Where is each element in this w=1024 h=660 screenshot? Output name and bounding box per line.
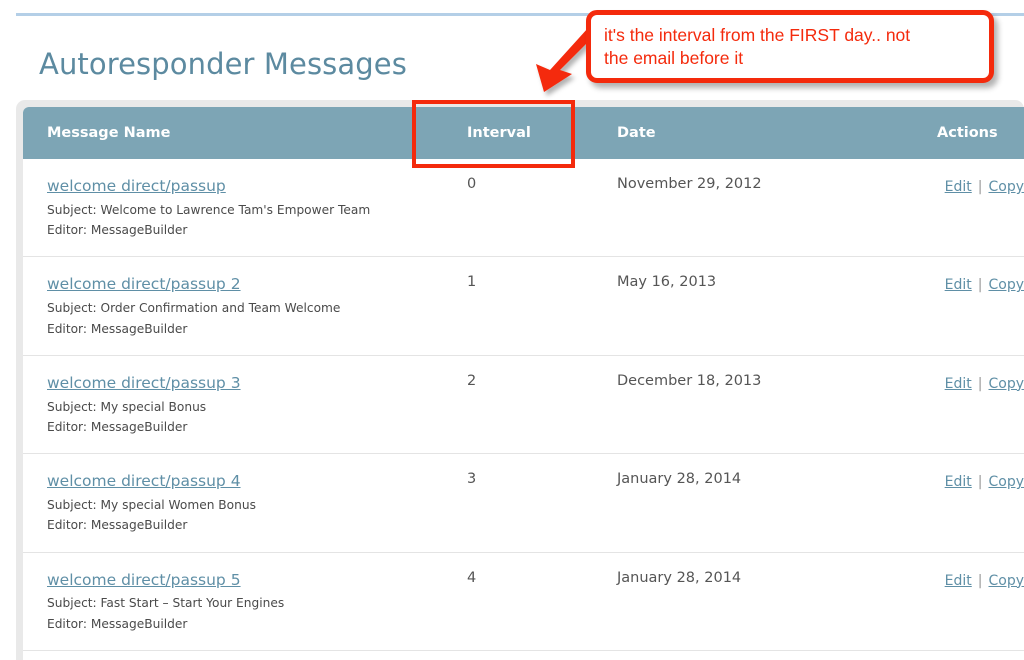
cell-actions: Edit | Copy xyxy=(913,453,1024,553)
edit-link[interactable]: Edit xyxy=(945,474,972,490)
actions-group: Edit | Copy xyxy=(945,376,1024,392)
column-header-interval[interactable]: Interval xyxy=(443,107,593,159)
copy-link[interactable]: Copy xyxy=(988,179,1024,195)
message-subject-text: Subject: My special Bonus xyxy=(47,399,207,414)
actions-group: Edit | Copy xyxy=(945,474,1024,490)
message-editor-text: Editor: MessageBuilder xyxy=(47,321,188,336)
copy-link[interactable]: Copy xyxy=(988,376,1024,392)
cell-interval: 2 xyxy=(443,355,593,455)
cell-actions: Edit|Copy xyxy=(913,650,1024,660)
cell-date: April 8, 2014 xyxy=(593,650,913,660)
actions-group: Edit | Copy xyxy=(945,179,1024,195)
message-subject-text: Subject: Fast Start – Start Your Engines xyxy=(47,596,285,611)
cell-date: January 28, 2014 xyxy=(593,453,913,553)
cell-message-name: welcome direct/passup 2 Subject: Order Co… xyxy=(23,256,443,356)
copy-link[interactable]: Copy xyxy=(988,573,1024,589)
actions-separator: | xyxy=(977,277,983,294)
message-subject-text: Subject: Welcome to Lawrence Tam's Empow… xyxy=(47,202,371,217)
edit-link[interactable]: Edit xyxy=(945,573,972,589)
message-editor-text: Editor: MessageBuilder xyxy=(47,223,188,238)
cell-actions: Edit | Copy xyxy=(913,256,1024,356)
cell-message-name: welcome direct/passup 5 Subject: Fast Sta… xyxy=(23,552,443,652)
autoresponder-messages-panel: Message Name Interval Date Actions welco… xyxy=(16,100,1024,660)
copy-link[interactable]: Copy xyxy=(988,474,1024,490)
cell-date: January 28, 2014 xyxy=(593,552,913,652)
edit-link[interactable]: Edit xyxy=(945,376,972,392)
actions-separator: | xyxy=(977,474,983,491)
cell-interval: 4 xyxy=(443,552,593,652)
column-header-actions: Actions xyxy=(913,107,1024,159)
annotation-text-line-1: it's the interval from the FIRST day.. n… xyxy=(604,25,911,45)
message-name-link[interactable]: welcome direct/passup 2 xyxy=(47,276,241,294)
message-name-link[interactable]: welcome direct/passup xyxy=(47,177,226,196)
message-editor-text: Editor: MessageBuilder xyxy=(47,419,188,434)
cell-interval: 1 xyxy=(443,256,593,356)
table-row: welcome direct/passup Subject: Welcome to… xyxy=(23,159,1024,258)
actions-separator: | xyxy=(977,375,983,392)
table-body: welcome direct/passup Subject: Welcome to… xyxy=(23,159,1024,660)
table-row: welcome direct/passup 3 Subject: My speci… xyxy=(23,355,1024,455)
cell-message-name: welcome direct/passup 3 Subject: My speci… xyxy=(23,355,443,455)
edit-link[interactable]: Edit xyxy=(945,277,972,293)
autoresponder-messages-table: Message Name Interval Date Actions welco… xyxy=(23,107,1024,660)
annotation-callout-box: it's the interval from the FIRST day.. n… xyxy=(586,10,994,83)
table-row: welcome direct/passup 5 Subject: Fast Sta… xyxy=(23,552,1024,652)
cell-interval: 0 xyxy=(443,159,593,258)
annotation-text-line-2: the email before it xyxy=(604,48,744,69)
table-container: Message Name Interval Date Actions welco… xyxy=(23,107,1024,660)
table-header-row: Message Name Interval Date Actions xyxy=(23,107,1024,159)
column-header-message-name[interactable]: Message Name xyxy=(23,107,443,159)
cell-message-name: welcome direct/passup Subject: Welcome to… xyxy=(23,159,443,258)
cell-interval: 5 xyxy=(443,650,593,660)
cell-actions: Edit | Copy xyxy=(913,552,1024,652)
cell-date: May 16, 2013 xyxy=(593,256,913,356)
cell-date: November 29, 2012 xyxy=(593,159,913,258)
actions-group: Edit | Copy xyxy=(945,573,1024,589)
cell-date: December 18, 2013 xyxy=(593,355,913,455)
cell-message-name: welcome to PMSubject: Project Mayhem Int… xyxy=(23,650,443,660)
actions-separator: | xyxy=(977,572,983,589)
cell-actions: Edit | Copy xyxy=(913,159,1024,258)
message-name-link[interactable]: welcome direct/passup 5 xyxy=(47,571,241,590)
copy-link[interactable]: Copy xyxy=(988,277,1024,293)
message-name-link[interactable]: welcome direct/passup 4 xyxy=(47,472,241,491)
table-row: welcome direct/passup 2 Subject: Order Co… xyxy=(23,256,1024,356)
actions-separator: | xyxy=(977,179,983,195)
cell-interval: 3 xyxy=(443,453,593,553)
message-name-link[interactable]: welcome direct/passup 3 xyxy=(47,374,241,393)
cell-actions: Edit | Copy xyxy=(913,355,1024,455)
edit-link[interactable]: Edit xyxy=(945,179,972,195)
table-row: welcome direct/passup 4 Subject: My speci… xyxy=(23,453,1024,553)
message-subject-text: Subject: My special Women Bonus xyxy=(47,498,256,513)
message-subject-text: Subject: Order Confirmation and Team Wel… xyxy=(47,301,341,316)
table-row: welcome to PMSubject: Project Mayhem Int… xyxy=(23,650,1024,660)
actions-group: Edit | Copy xyxy=(945,277,1024,293)
cell-message-name: welcome direct/passup 4 Subject: My speci… xyxy=(23,453,443,553)
table-header: Message Name Interval Date Actions xyxy=(23,107,1024,159)
message-editor-text: Editor: MessageBuilder xyxy=(47,616,188,631)
message-editor-text: Editor: MessageBuilder xyxy=(47,518,188,533)
column-header-date[interactable]: Date xyxy=(593,107,913,159)
page-title: Autoresponder Messages xyxy=(39,47,407,81)
